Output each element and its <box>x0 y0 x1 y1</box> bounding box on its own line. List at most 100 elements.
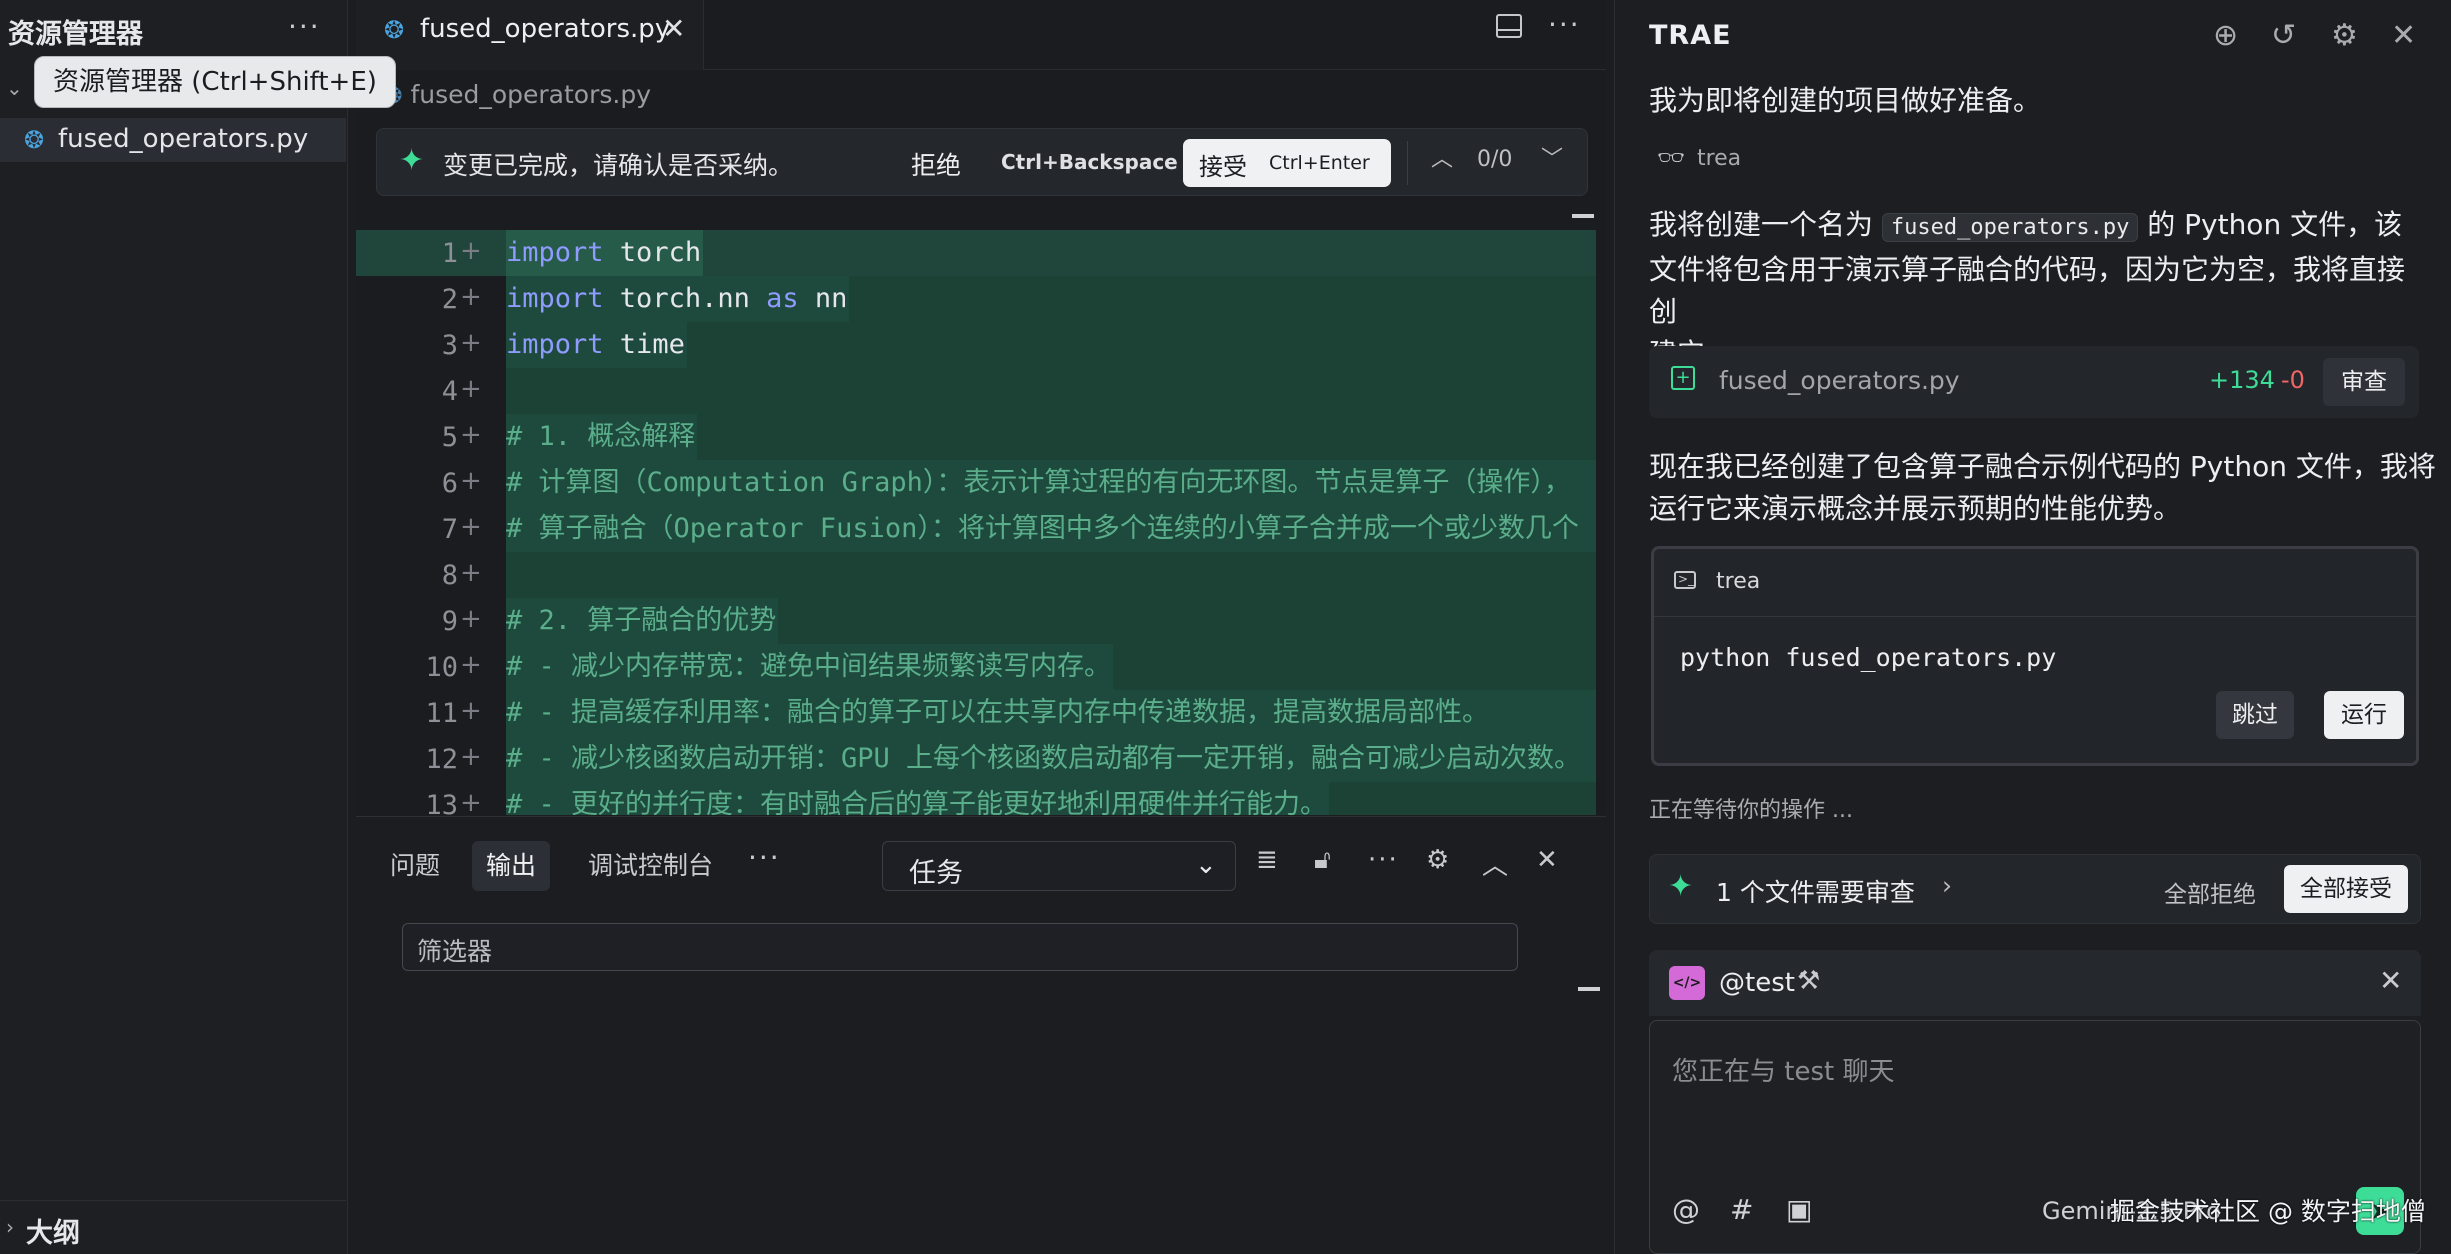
python-file-icon: ❂ <box>24 126 45 154</box>
run-button[interactable]: 运行 <box>2324 691 2404 739</box>
output-channel-select[interactable]: 任务 ⌄ <box>882 841 1236 891</box>
chevron-right-icon[interactable]: › <box>1942 871 1952 900</box>
explorer-tooltip: 资源管理器 (Ctrl+Shift+E) <box>34 56 396 108</box>
chat-text: 的 Python 文件，该 <box>2138 208 2403 241</box>
code-line[interactable]: 5 + # 1. 概念解释 <box>356 414 1596 460</box>
clear-output-icon[interactable]: ≣ <box>1256 845 1278 875</box>
code-line[interactable]: 8 + <box>356 552 1596 598</box>
code-text: import torch.nn as nn <box>506 276 850 322</box>
scrollbar-marker[interactable] <box>1578 987 1600 991</box>
editor-more-icon[interactable]: ··· <box>1548 8 1581 41</box>
mention-icon[interactable]: @ <box>1672 1193 1700 1226</box>
explorer-sidebar: 资源管理器 ··· ⌄ 资源管理器 (Ctrl+Shift+E) ❂ fused… <box>0 0 396 1254</box>
waiting-status: 正在等待你的操作 ... <box>1649 798 1853 823</box>
code-text: import time <box>506 322 687 368</box>
gear-icon[interactable]: ⚙ <box>2331 18 2358 53</box>
lock-icon[interactable]: 🔓︎ <box>1314 845 1331 876</box>
image-icon[interactable]: ▣ <box>1786 1193 1812 1226</box>
agent-tag: 👓︎ trea <box>1657 146 1741 171</box>
maximize-panel-icon[interactable]: ︿ <box>1482 845 1508 882</box>
chevron-down-icon[interactable]: ⌄ <box>6 76 23 100</box>
inline-code: fused_operators.py <box>1881 213 2139 242</box>
sparkle-icon: ✦ <box>1668 869 1694 904</box>
chevron-down-icon: ⌄ <box>1195 850 1217 880</box>
reject-all-button[interactable]: 全部拒绝 <box>2164 875 2256 909</box>
new-chat-icon[interactable]: ⊕ <box>2213 18 2238 53</box>
added-line-marker: + <box>460 420 482 450</box>
code-text: # 2. 算子融合的优势 <box>506 598 779 644</box>
pending-review-bar: ✦ 1 个文件需要审查 › 全部拒绝 全部接受 <box>1649 854 2421 924</box>
code-line[interactable]: 4 + <box>356 368 1596 414</box>
pending-review-label[interactable]: 1 个文件需要审查 <box>1716 873 1915 909</box>
output-channel-value: 任务 <box>909 858 963 889</box>
tab-fused-operators[interactable]: ❂ fused_operators.py ✕ <box>356 0 704 70</box>
code-editor[interactable]: 1 + import torch 2 + import torch.nn as nn 3 + i… <box>356 230 1596 815</box>
code-text: # 计算图（Computation Graph）：表示计算过程的有向无环图。节点… <box>506 460 1596 506</box>
line-number: 5 <box>441 422 458 453</box>
code-line[interactable]: 13 + # - 更好的并行度：有时融合后的算子能更好地利用硬件并行能力。 <box>356 782 1596 815</box>
breadcrumb-file: fused_operators.py <box>410 80 652 109</box>
sparkle-icon: ✦ <box>399 143 425 178</box>
close-icon[interactable]: ✕ <box>662 12 685 45</box>
settings-sliders-icon[interactable]: ⚙ <box>1426 845 1449 875</box>
explorer-more-icon[interactable]: ··· <box>288 10 321 43</box>
code-text: import torch <box>506 230 704 276</box>
chevron-up-icon[interactable]: ︿ <box>1431 141 1453 173</box>
code-line[interactable]: 10 + # - 减少内存带宽：避免中间结果频繁读写内存。 <box>356 644 1596 690</box>
accept-button[interactable]: 接受 Ctrl+Enter <box>1183 139 1391 187</box>
chat-message: 现在我已经创建了包含算子融合示例代码的 Python 文件，我将 运行它来演示概… <box>1649 446 2436 530</box>
more-actions-icon[interactable]: ··· <box>1368 845 1399 875</box>
code-line[interactable]: 7 + # 算子融合（Operator Fusion）：将计算图中多个连续的小算子合… <box>356 506 1596 552</box>
added-line-marker: + <box>460 282 482 312</box>
added-line-marker: + <box>460 236 482 266</box>
tools-icon[interactable]: ⚒ <box>1797 966 1820 996</box>
code-text: # - 更好的并行度：有时融合后的算子能更好地利用硬件并行能力。 <box>506 782 1330 815</box>
added-line-marker: + <box>460 788 482 815</box>
code-line[interactable]: 3 + import time <box>356 322 1596 368</box>
chat-text: 文件将包含用于演示算子融合的代码，因为它为空，我将直接创 <box>1649 253 2406 328</box>
code-text: # 1. 概念解释 <box>506 414 698 460</box>
tab-problems[interactable]: 问题 <box>376 841 454 891</box>
close-icon[interactable]: ✕ <box>2391 18 2416 53</box>
tab-debug-console[interactable]: 调试控制台 <box>574 841 727 891</box>
tab-output[interactable]: 输出 <box>472 841 551 891</box>
remove-agent-icon[interactable]: ✕ <box>2379 964 2402 997</box>
code-line[interactable]: 6 + # 计算图（Computation Graph）：表示计算过程的有向无环图。… <box>356 460 1596 506</box>
chevron-down-icon[interactable]: ﹀ <box>1541 141 1563 173</box>
review-button[interactable]: 审查 <box>2323 358 2405 406</box>
code-line[interactable]: 11 + # - 提高缓存利用率：融合的算子可以在共享内存中传递数据，提高数据局部性… <box>356 690 1596 736</box>
added-line-marker: + <box>460 466 482 496</box>
changed-file-card[interactable]: + fused_operators.py +134 -0 审查 <box>1649 346 2419 418</box>
code-line[interactable]: 12 + # - 减少核函数启动开销：GPU 上每个核函数启动都有一定开销，融合可减… <box>356 736 1596 782</box>
code-line[interactable]: 2 + import torch.nn as nn <box>356 276 1596 322</box>
ai-chat-panel: TRAE ⊕ ↺ ⚙ ✕ 我为即将创建的项目做好准备。 👓︎ trea 我将创建一… <box>1614 0 2451 1254</box>
python-file-icon: ❂ <box>384 16 405 44</box>
chat-message: 我为即将创建的项目做好准备。 <box>1649 84 2042 117</box>
filter-placeholder: 筛选器 <box>417 937 493 966</box>
hash-icon[interactable]: # <box>1730 1193 1753 1226</box>
line-number: 2 <box>441 284 458 315</box>
reject-button[interactable]: 拒绝 <box>911 146 961 182</box>
terminal-command-card: >_ trea python fused_operators.py 跳过 运行 <box>1651 546 2419 766</box>
file-tree-item[interactable]: ❂ fused_operators.py <box>0 118 346 162</box>
accept-all-button[interactable]: 全部接受 <box>2284 865 2408 913</box>
scrollbar-marker[interactable] <box>1572 214 1594 218</box>
added-line-marker: + <box>460 328 482 358</box>
panel-more-icon[interactable]: ··· <box>748 841 781 874</box>
toggle-panel-icon[interactable] <box>1496 14 1522 38</box>
agent-name: @test <box>1719 968 1795 998</box>
skip-button[interactable]: 跳过 <box>2216 691 2294 739</box>
code-line[interactable]: 9 + # 2. 算子融合的优势 <box>356 598 1596 644</box>
breadcrumb[interactable]: ❂fused_operators.py <box>384 80 651 109</box>
filter-input[interactable]: 筛选器 <box>402 923 1518 971</box>
reject-shortcut: Ctrl+Backspace <box>1001 150 1178 174</box>
chat-text: 运行它来演示概念并展示预期的性能优势。 <box>1649 492 2182 525</box>
outline-section[interactable]: › 大纲 <box>0 1200 346 1254</box>
code-line[interactable]: 1 + import torch <box>356 230 1596 276</box>
line-number: 11 <box>425 698 458 729</box>
lines-added: +134 <box>2209 366 2275 394</box>
history-icon[interactable]: ↺ <box>2271 18 2296 53</box>
watermark: 掘金技术社区 @ 数字扫地僧 <box>2110 1197 2426 1226</box>
close-panel-icon[interactable]: ✕ <box>1536 845 1558 875</box>
